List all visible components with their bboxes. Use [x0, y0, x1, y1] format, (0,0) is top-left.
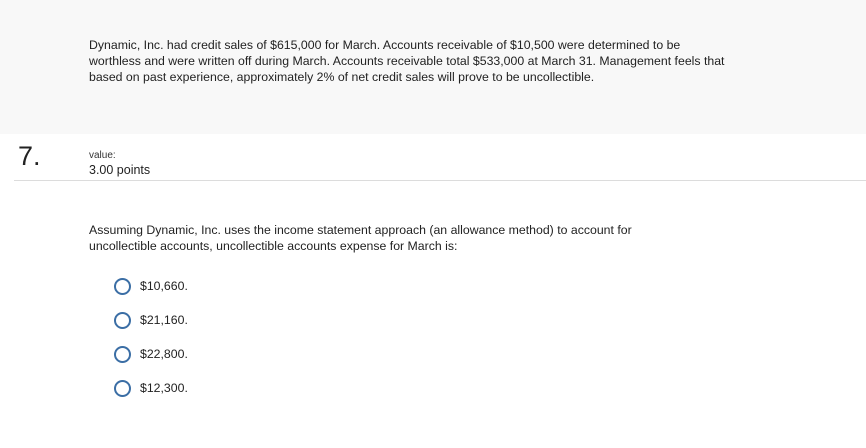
- radio-button[interactable]: [114, 345, 131, 363]
- answer-option-label[interactable]: $21,160.: [140, 312, 188, 328]
- value-label: value:: [89, 150, 116, 161]
- scenario-panel: Dynamic, Inc. had credit sales of $615,0…: [0, 0, 866, 134]
- answer-option[interactable]: $12,300.: [114, 378, 188, 398]
- divider: [14, 180, 866, 181]
- answer-option-label[interactable]: $10,660.: [140, 278, 188, 294]
- question-number: 7.: [18, 141, 41, 171]
- answer-options: $10,660. $21,160. $22,800. $12,300.: [114, 276, 188, 412]
- value-points: 3.00 points: [89, 163, 151, 177]
- radio-button[interactable]: [114, 379, 131, 397]
- answer-option[interactable]: $10,660.: [114, 276, 188, 296]
- answer-option[interactable]: $21,160.: [114, 310, 188, 330]
- answer-option-label[interactable]: $22,800.: [140, 346, 188, 362]
- radio-button[interactable]: [114, 277, 131, 295]
- question-prompt: Assuming Dynamic, Inc. uses the income s…: [89, 223, 632, 253]
- answer-option-label[interactable]: $12,300.: [140, 380, 188, 396]
- scenario-text: Dynamic, Inc. had credit sales of $615,0…: [89, 38, 725, 84]
- answer-option[interactable]: $22,800.: [114, 344, 188, 364]
- radio-button[interactable]: [114, 311, 131, 329]
